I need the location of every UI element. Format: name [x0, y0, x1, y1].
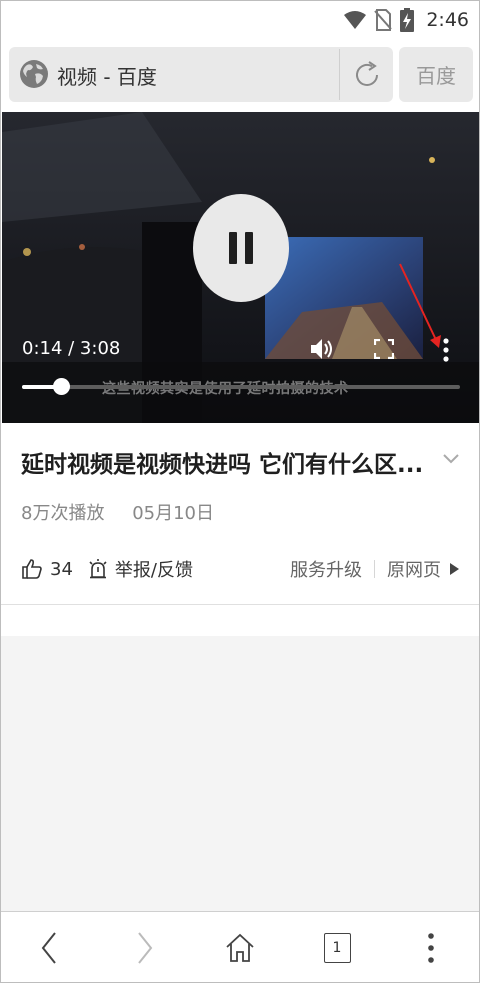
original-page-link[interactable]: 原网页 [387, 556, 441, 582]
video-time: 0:14 / 3:08 [22, 338, 121, 359]
chevron-down-icon[interactable] [441, 451, 461, 467]
play-triangle-icon[interactable] [447, 561, 461, 577]
right-actions: 服务升级 原网页 [290, 556, 461, 582]
video-title[interactable]: 延时视频是视频快进吗 它们有什么区... [21, 445, 441, 479]
back-icon [41, 932, 56, 964]
home-icon [226, 933, 254, 962]
like-count: 34 [50, 558, 73, 580]
seek-bar[interactable] [22, 378, 460, 395]
wifi-icon [344, 11, 367, 29]
view-count: 8万次播放 [21, 503, 105, 524]
more-vertical-icon[interactable] [442, 338, 450, 362]
volume-icon[interactable] [309, 336, 335, 362]
section-divider [1, 604, 479, 605]
fullscreen-icon[interactable] [374, 339, 394, 359]
report-label: 举报/反馈 [114, 560, 193, 581]
status-time: 2:46 [426, 9, 469, 31]
like-button[interactable]: 34 [21, 558, 87, 580]
action-separator [374, 560, 375, 578]
address-divider [339, 49, 340, 100]
browser-window: 2:46 视频 - 百度 百度 0:14 / 3:08 这些视频其实是使用了延时… [0, 0, 480, 983]
back-button[interactable] [31, 930, 67, 966]
no-sim-icon [374, 9, 393, 31]
status-bar: 2:46 [1, 1, 479, 39]
forward-button[interactable] [127, 930, 163, 966]
menu-icon [428, 933, 434, 963]
action-row: 34 举报/反馈 服务升级 原网页 [21, 555, 461, 583]
forward-icon [138, 932, 153, 964]
alarm-report-icon [89, 559, 107, 579]
home-button[interactable] [222, 930, 258, 966]
service-upgrade-link[interactable]: 服务升级 [290, 556, 362, 582]
battery-charging-icon [400, 8, 415, 32]
report-button[interactable]: 举报/反馈 [87, 556, 193, 582]
globe-icon [20, 60, 48, 88]
tabs-icon: 1 [323, 933, 351, 963]
address-bar[interactable]: 视频 - 百度 [9, 47, 393, 102]
bottom-nav: 1 [1, 911, 479, 982]
page-title: 视频 - 百度 [57, 65, 157, 89]
publish-date: 05月10日 [132, 503, 214, 524]
refresh-icon[interactable] [352, 60, 382, 90]
thumbs-up-icon [22, 559, 42, 579]
search-button[interactable]: 百度 [399, 47, 473, 102]
video-player[interactable]: 0:14 / 3:08 这些视频其实是使用了延时拍摄的技术 [2, 112, 479, 423]
video-meta: 8万次播放 05月10日 [21, 499, 236, 525]
menu-button[interactable] [413, 930, 449, 966]
pause-button[interactable] [193, 194, 289, 302]
content-background [1, 636, 479, 911]
pause-icon [225, 232, 257, 264]
tabs-button[interactable]: 1 [319, 930, 355, 966]
